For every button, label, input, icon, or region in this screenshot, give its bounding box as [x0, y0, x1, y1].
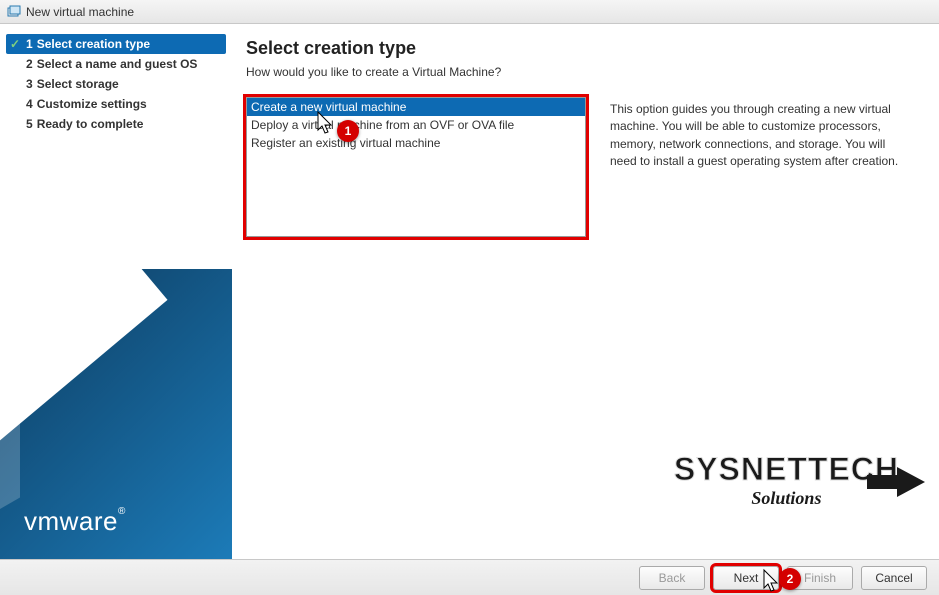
- back-button[interactable]: Back: [639, 566, 705, 590]
- wizard-step-select-storage[interactable]: 3 Select storage: [6, 74, 226, 94]
- vm-icon: [6, 4, 22, 20]
- page-subtitle: How would you like to create a Virtual M…: [246, 65, 919, 79]
- option-create-new-vm[interactable]: Create a new virtual machine: [247, 98, 585, 116]
- option-description: This option guides you through creating …: [610, 97, 919, 237]
- wizard-main: Select creation type How would you like …: [232, 24, 939, 559]
- option-register-existing[interactable]: Register an existing virtual machine: [247, 134, 585, 152]
- wizard-footer: Back Next 2 Finish Cancel: [0, 559, 939, 595]
- wizard-body: ✓ 1 Select creation type 2 Select a name…: [0, 24, 939, 559]
- content-row: Create a new virtual machine Deploy a vi…: [246, 97, 919, 237]
- wizard-steps: ✓ 1 Select creation type 2 Select a name…: [0, 24, 232, 144]
- window-titlebar: New virtual machine: [0, 0, 939, 24]
- page-title: Select creation type: [246, 38, 919, 59]
- annotation-callout-2: 2: [779, 568, 801, 590]
- next-button[interactable]: Next: [713, 566, 779, 590]
- cancel-button[interactable]: Cancel: [861, 566, 927, 590]
- window-title: New virtual machine: [26, 5, 134, 19]
- checkmark-icon: ✓: [10, 37, 24, 51]
- wizard-sidebar: ✓ 1 Select creation type 2 Select a name…: [0, 24, 232, 559]
- wizard-step-customize[interactable]: 4 Customize settings: [6, 94, 226, 114]
- wizard-step-name-guest-os[interactable]: 2 Select a name and guest OS: [6, 54, 226, 74]
- annotation-callout-1: 1: [337, 120, 359, 142]
- arrow-icon: [867, 457, 927, 507]
- wizard-step-ready[interactable]: 5 Ready to complete: [6, 114, 226, 134]
- vmware-logo: vmware®: [24, 506, 126, 537]
- option-deploy-ovf[interactable]: Deploy a virtual machine from an OVF or …: [247, 116, 585, 134]
- watermark: SYSNETTECH Solutions: [674, 451, 899, 509]
- creation-options-list[interactable]: Create a new virtual machine Deploy a vi…: [246, 97, 586, 237]
- wizard-step-creation-type[interactable]: ✓ 1 Select creation type: [6, 34, 226, 54]
